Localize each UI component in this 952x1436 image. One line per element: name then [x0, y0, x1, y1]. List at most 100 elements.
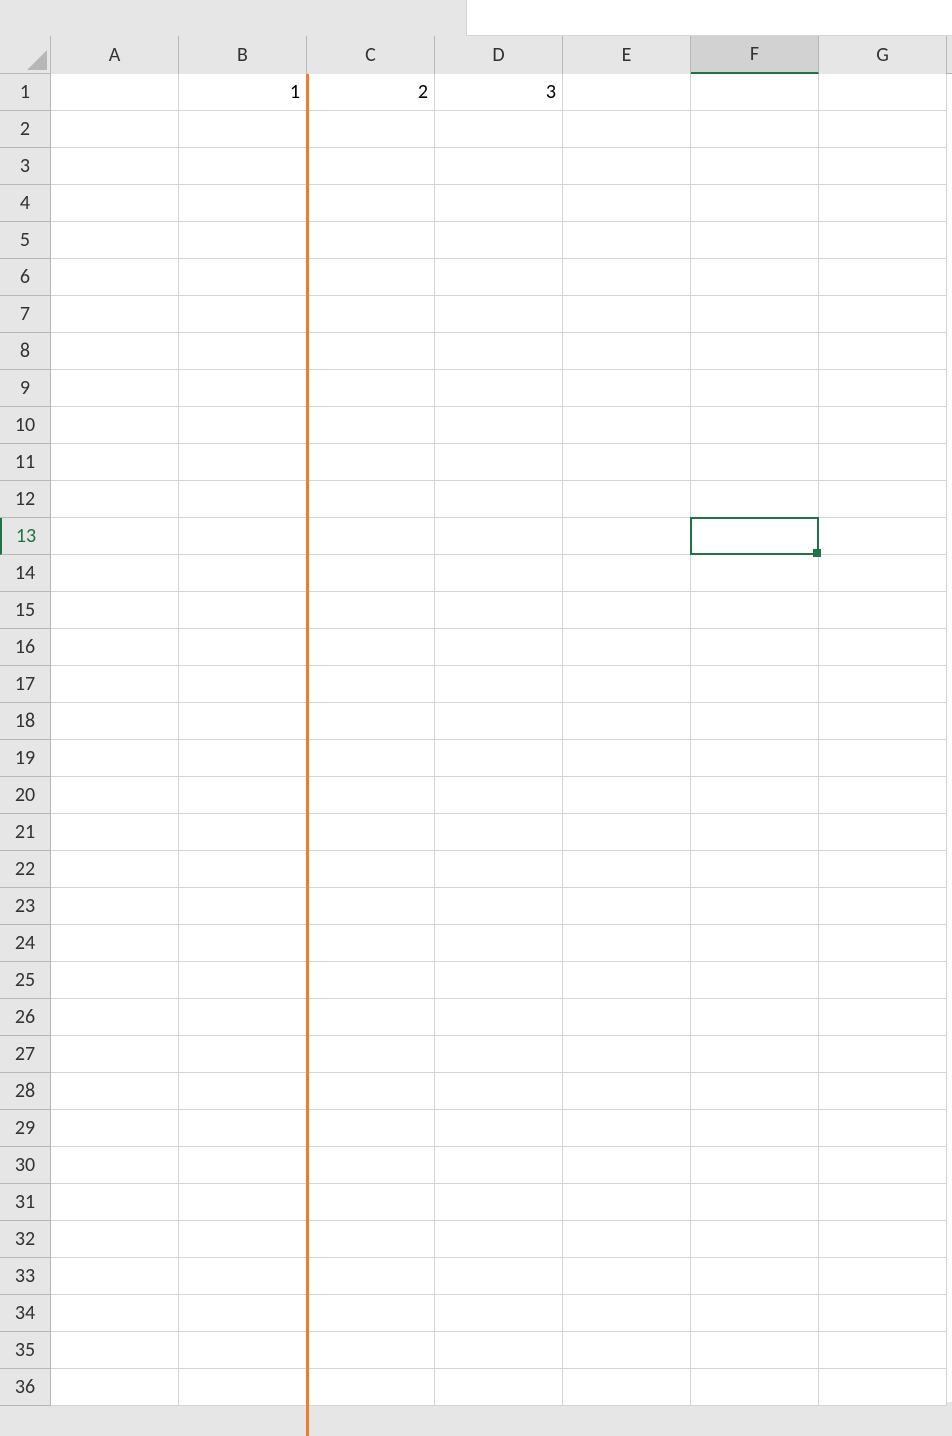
cell-d15[interactable]	[435, 592, 563, 629]
cell-g7[interactable]	[819, 296, 947, 333]
cell-d1[interactable]: 3	[435, 74, 563, 111]
cell-g36[interactable]	[819, 1369, 947, 1406]
cell-c14[interactable]	[307, 555, 435, 592]
cell-e35[interactable]	[563, 1332, 691, 1369]
cell-g15[interactable]	[819, 592, 947, 629]
cell-g16[interactable]	[819, 629, 947, 666]
row-header-18[interactable]: 18	[0, 703, 50, 740]
cell-g11[interactable]	[819, 444, 947, 481]
cell-d3[interactable]	[435, 148, 563, 185]
cell-c9[interactable]	[307, 370, 435, 407]
cell-c16[interactable]	[307, 629, 435, 666]
cell-f2[interactable]	[691, 111, 819, 148]
cell-c24[interactable]	[307, 925, 435, 962]
cell-g24[interactable]	[819, 925, 947, 962]
cell-d28[interactable]	[435, 1073, 563, 1110]
cell-g30[interactable]	[819, 1147, 947, 1184]
cell-c35[interactable]	[307, 1332, 435, 1369]
cell-e34[interactable]	[563, 1295, 691, 1332]
cell-c36[interactable]	[307, 1369, 435, 1406]
cell-g28[interactable]	[819, 1073, 947, 1110]
cell-d27[interactable]	[435, 1036, 563, 1073]
cell-e2[interactable]	[563, 111, 691, 148]
cell-a30[interactable]	[51, 1147, 179, 1184]
cell-d4[interactable]	[435, 185, 563, 222]
cell-d32[interactable]	[435, 1221, 563, 1258]
cell-c33[interactable]	[307, 1258, 435, 1295]
cell-g27[interactable]	[819, 1036, 947, 1073]
cell-b35[interactable]	[179, 1332, 307, 1369]
cell-f18[interactable]	[691, 703, 819, 740]
cell-f6[interactable]	[691, 259, 819, 296]
cell-e15[interactable]	[563, 592, 691, 629]
cell-g14[interactable]	[819, 555, 947, 592]
cell-e31[interactable]	[563, 1184, 691, 1221]
cell-b11[interactable]	[179, 444, 307, 481]
cell-c5[interactable]	[307, 222, 435, 259]
cell-a15[interactable]	[51, 592, 179, 629]
row-header-12[interactable]: 12	[0, 481, 50, 518]
cell-c29[interactable]	[307, 1110, 435, 1147]
cell-e18[interactable]	[563, 703, 691, 740]
cell-e1[interactable]	[563, 74, 691, 111]
cell-c26[interactable]	[307, 999, 435, 1036]
cell-f11[interactable]	[691, 444, 819, 481]
row-header-23[interactable]: 23	[0, 888, 50, 925]
row-header-7[interactable]: 7	[0, 296, 50, 333]
cell-c27[interactable]	[307, 1036, 435, 1073]
cell-f32[interactable]	[691, 1221, 819, 1258]
cell-d5[interactable]	[435, 222, 563, 259]
cell-b13[interactable]	[179, 518, 307, 555]
row-header-17[interactable]: 17	[0, 666, 50, 703]
cell-b34[interactable]	[179, 1295, 307, 1332]
cell-f34[interactable]	[691, 1295, 819, 1332]
cell-a31[interactable]	[51, 1184, 179, 1221]
row-header-20[interactable]: 20	[0, 777, 50, 814]
column-header-d[interactable]: D	[435, 36, 563, 74]
column-header-g[interactable]: G	[819, 36, 947, 74]
cell-b15[interactable]	[179, 592, 307, 629]
cell-b31[interactable]	[179, 1184, 307, 1221]
cell-c7[interactable]	[307, 296, 435, 333]
cell-d23[interactable]	[435, 888, 563, 925]
cell-c2[interactable]	[307, 111, 435, 148]
cell-d9[interactable]	[435, 370, 563, 407]
cell-f12[interactable]	[691, 481, 819, 518]
cell-d6[interactable]	[435, 259, 563, 296]
cell-e12[interactable]	[563, 481, 691, 518]
cell-b21[interactable]	[179, 814, 307, 851]
cell-e25[interactable]	[563, 962, 691, 999]
cell-e28[interactable]	[563, 1073, 691, 1110]
cell-b24[interactable]	[179, 925, 307, 962]
cell-d16[interactable]	[435, 629, 563, 666]
cell-e13[interactable]	[563, 518, 691, 555]
cell-b7[interactable]	[179, 296, 307, 333]
cell-e21[interactable]	[563, 814, 691, 851]
cell-g21[interactable]	[819, 814, 947, 851]
cell-g19[interactable]	[819, 740, 947, 777]
cell-g29[interactable]	[819, 1110, 947, 1147]
cell-g8[interactable]	[819, 333, 947, 370]
cell-b33[interactable]	[179, 1258, 307, 1295]
cell-g5[interactable]	[819, 222, 947, 259]
cell-b26[interactable]	[179, 999, 307, 1036]
cell-f19[interactable]	[691, 740, 819, 777]
cell-d20[interactable]	[435, 777, 563, 814]
cell-b29[interactable]	[179, 1110, 307, 1147]
cell-d2[interactable]	[435, 111, 563, 148]
cell-b12[interactable]	[179, 481, 307, 518]
cell-c15[interactable]	[307, 592, 435, 629]
cell-e23[interactable]	[563, 888, 691, 925]
row-header-19[interactable]: 19	[0, 740, 50, 777]
cell-d31[interactable]	[435, 1184, 563, 1221]
cell-g4[interactable]	[819, 185, 947, 222]
cell-a34[interactable]	[51, 1295, 179, 1332]
cell-g6[interactable]	[819, 259, 947, 296]
cell-g1[interactable]	[819, 74, 947, 111]
cell-f3[interactable]	[691, 148, 819, 185]
cell-f24[interactable]	[691, 925, 819, 962]
cell-d19[interactable]	[435, 740, 563, 777]
cell-f16[interactable]	[691, 629, 819, 666]
cell-f35[interactable]	[691, 1332, 819, 1369]
cell-a12[interactable]	[51, 481, 179, 518]
